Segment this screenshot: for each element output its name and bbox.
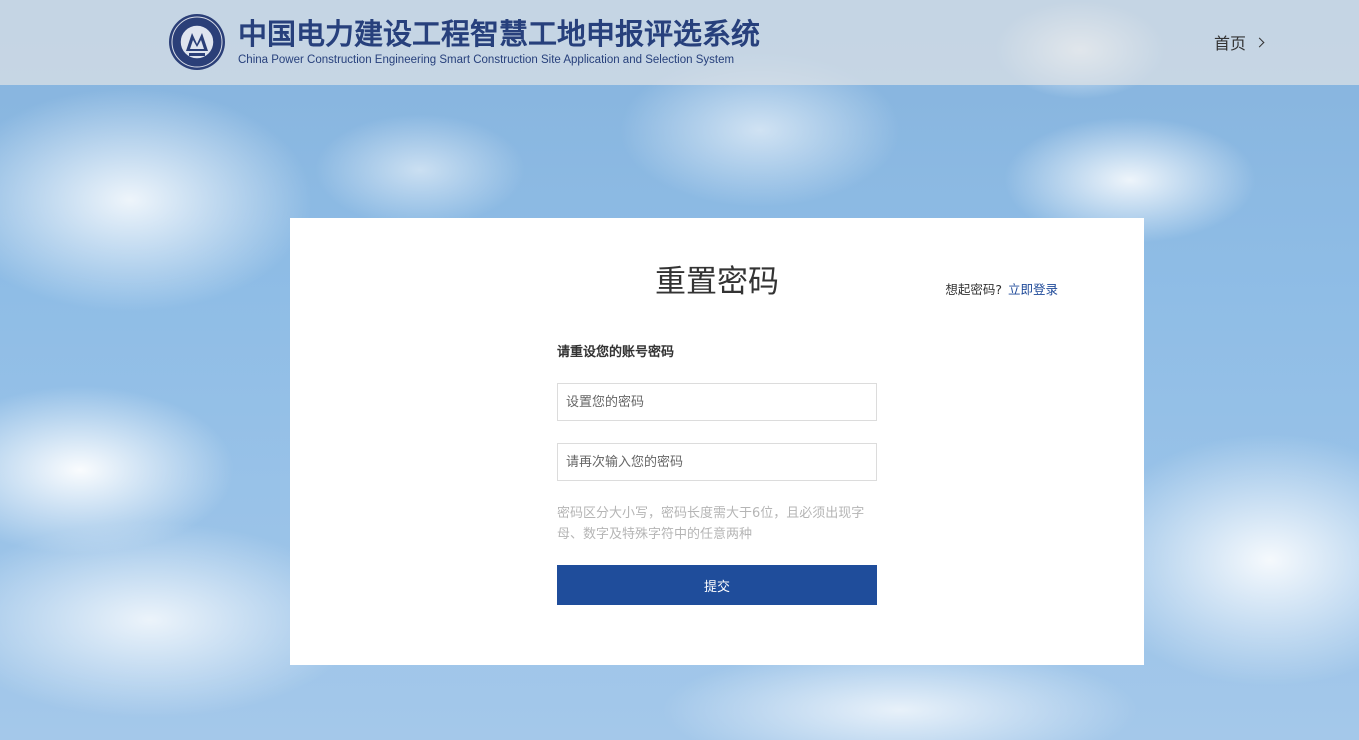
home-link[interactable]: 首页 bbox=[1213, 30, 1265, 54]
brand-logo: 中国电力建设工程智慧工地申报评选系统 China Power Construct… bbox=[168, 12, 760, 72]
top-header: 中国电力建设工程智慧工地申报评选系统 China Power Construct… bbox=[0, 0, 1359, 85]
login-link[interactable]: 立即登录 bbox=[1008, 282, 1058, 297]
new-password-input[interactable] bbox=[557, 383, 877, 421]
reset-form: 请重设您的账号密码 密码区分大小写，密码长度需大于6位，且必须出现字母、数字及特… bbox=[557, 344, 877, 605]
reset-password-card: 重置密码 想起密码? 立即登录 请重设您的账号密码 密码区分大小写，密码长度需大于… bbox=[290, 218, 1144, 665]
chevron-right-icon bbox=[1254, 37, 1265, 47]
remember-password-prompt: 想起密码? 立即登录 bbox=[945, 279, 1058, 298]
confirm-password-input[interactable] bbox=[557, 443, 877, 481]
system-subtitle: China Power Construction Engineering Sma… bbox=[238, 54, 735, 66]
form-label: 请重设您的账号密码 bbox=[557, 345, 675, 360]
association-seal-icon bbox=[169, 14, 225, 70]
submit-button[interactable]: 提交 bbox=[557, 565, 877, 605]
remember-text: 想起密码? bbox=[945, 282, 1002, 297]
password-rule-hint: 密码区分大小写，密码长度需大于6位，且必须出现字母、数字及特殊字符中的任意两种 bbox=[557, 506, 865, 542]
system-title: 中国电力建设工程智慧工地申报评选系统 bbox=[238, 17, 761, 51]
home-link-label: 首页 bbox=[1213, 34, 1246, 53]
